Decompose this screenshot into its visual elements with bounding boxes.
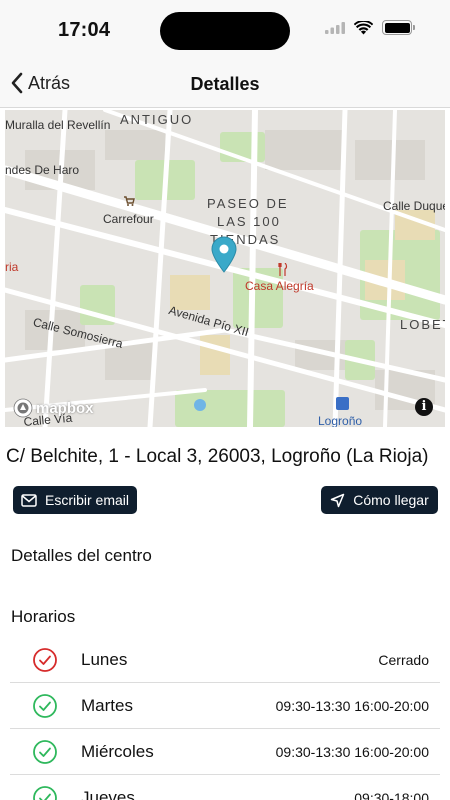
schedule-list: Lunes Cerrado Martes 09:30-13:30 16:00-2…: [10, 637, 440, 800]
map-label-paseo: PASEO DE: [207, 196, 289, 211]
map-label-casa-alegria: Casa Alegría: [245, 279, 314, 293]
wifi-icon: [354, 20, 373, 34]
address-text: C/ Belchite, 1 - Local 3, 26003, Logroño…: [6, 446, 429, 467]
envelope-icon: [21, 493, 37, 507]
map-label-logrono: Logroño: [318, 414, 363, 427]
dynamic-island: [160, 12, 290, 50]
center-details-title[interactable]: Detalles del centro: [11, 546, 152, 566]
navigation-arrow-icon: [331, 493, 345, 507]
schedule-row-lunes: Lunes Cerrado: [10, 637, 440, 683]
status-bar: 17:04: [0, 0, 450, 60]
map-label-haro: ndes De Haro: [5, 163, 80, 177]
map-pin-icon[interactable]: [210, 235, 238, 273]
map-label-rioja: ria: [5, 260, 19, 274]
status-time: 17:04: [58, 19, 111, 41]
directions-label: Cómo llegar: [353, 492, 429, 508]
cellular-signal-icon: [325, 21, 345, 34]
schedule-hours: Cerrado: [378, 652, 429, 668]
schedule-day: Miércoles: [81, 742, 154, 761]
open-status-icon: [33, 694, 57, 718]
schedule-day: Martes: [81, 696, 133, 715]
hours-title: Horarios: [11, 607, 76, 626]
write-email-button[interactable]: Escribir email: [13, 486, 137, 514]
map-label-carrefour: Carrefour: [103, 212, 154, 226]
schedule-day: Lunes: [81, 650, 128, 669]
location-map[interactable]: Muralla del Revellín ANTIGUO ndes De Har…: [5, 110, 445, 427]
map-info-button[interactable]: i: [415, 398, 433, 416]
status-icons: [325, 20, 415, 35]
schedule-row-martes: Martes 09:30-13:30 16:00-20:00: [10, 683, 440, 729]
schedule-row-miercoles: Miércoles 09:30-13:30 16:00-20:00: [10, 729, 440, 775]
open-status-icon: [33, 786, 57, 800]
schedule-hours: 09:30-13:30 16:00-20:00: [275, 698, 429, 714]
page-title: Detalles: [190, 74, 260, 94]
open-status-icon: [33, 740, 57, 764]
map-label-antiguo: ANTIGUO: [120, 112, 194, 127]
schedule-hours: 09:30-13:30 16:00-20:00: [275, 744, 429, 760]
restaurant-icon: [278, 263, 288, 276]
mapbox-logo[interactable]: mapbox: [13, 398, 94, 418]
write-email-label: Escribir email: [44, 492, 129, 508]
schedule-row-jueves: Jueves 09:30-18:00: [10, 775, 440, 800]
map-label-muralla: Muralla del Revellín: [5, 118, 111, 132]
mapbox-text: mapbox: [36, 399, 94, 417]
shopping-cart-icon: [124, 196, 135, 206]
schedule-hours: 09:30-18:00: [354, 790, 429, 800]
battery-icon: [382, 20, 415, 35]
map-label-calle-duque: Calle Duque: [383, 199, 445, 213]
directions-button[interactable]: Cómo llegar: [321, 486, 438, 514]
closed-status-icon: [33, 648, 57, 672]
mapbox-icon: [13, 398, 33, 418]
map-label-lobete: LOBET: [400, 317, 445, 332]
navigation-bar: Atrás Detalles: [0, 60, 450, 108]
map-label-las100: LAS 100: [217, 214, 281, 229]
schedule-day: Jueves: [81, 788, 135, 800]
